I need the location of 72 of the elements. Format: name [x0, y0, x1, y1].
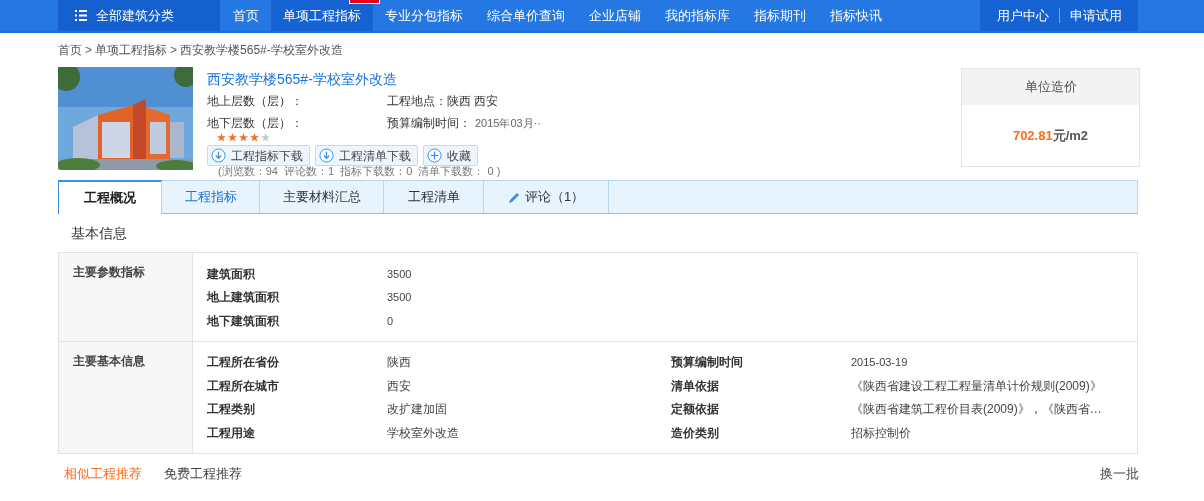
tab[interactable]: 工程指标 — [162, 181, 260, 213]
tab[interactable]: 主要材料汇总 — [260, 181, 384, 213]
field-label: 定额依据 — [671, 401, 720, 419]
breadcrumb-link[interactable]: 单项工程指标 — [95, 40, 167, 59]
user-link[interactable]: 申请试用 — [1069, 5, 1122, 26]
project-title[interactable]: 西安教学楼565#-学校室外改造 — [207, 69, 607, 89]
field-label: 工程地点： — [387, 93, 447, 110]
tab[interactable]: 工程清单 — [384, 181, 484, 213]
plus-icon — [427, 148, 442, 163]
field-value: 招标控制价 — [851, 424, 911, 442]
download-icon — [319, 148, 334, 163]
field-value: 《陕西省建设工程工程量清单计价规则(2009)》 — [851, 377, 1102, 395]
field-value: 陕西 西安 — [447, 93, 499, 110]
field-value: 学校室外改造 — [387, 424, 460, 442]
star-icon — [250, 133, 259, 142]
field-value: 3500 — [387, 290, 412, 305]
group-heading: 主要参数指标 — [73, 265, 145, 279]
tab[interactable]: 工程概况 — [58, 180, 162, 214]
action-button[interactable]: 工程清单下载 — [315, 145, 418, 166]
recommend-tab[interactable]: 相似工程推荐 — [64, 464, 142, 484]
field-value: 改扩建加固 — [387, 401, 448, 419]
nav-link[interactable]: 专业分包指标 — [373, 0, 475, 31]
menu-icon — [75, 10, 87, 21]
star-icon — [228, 133, 237, 142]
field-label: 建筑面积 — [207, 265, 256, 283]
section-title: 基本信息 — [70, 223, 128, 243]
field-label: 清单依据 — [671, 377, 720, 395]
field-label: 地上建筑面积 — [207, 289, 280, 307]
field-value: 西安 — [387, 377, 412, 395]
user-link[interactable]: 用户中心 — [996, 5, 1049, 26]
nav-link[interactable]: 首页 — [221, 0, 271, 31]
field-label: 预算编制时间 — [671, 354, 744, 372]
field-label: 工程所在省份 — [207, 354, 280, 372]
category-menu[interactable]: 全部建筑分类 — [58, 0, 220, 31]
breadcrumb-separator: > — [170, 41, 178, 59]
star-icon — [261, 133, 270, 142]
field-label: 预算编制时间： — [387, 115, 471, 132]
action-button[interactable]: 收藏 — [423, 145, 478, 166]
nav-link[interactable]: 我的指标库 — [653, 0, 742, 31]
action-button[interactable]: 工程指标下载 — [207, 145, 310, 166]
refresh-link[interactable]: 换一批 — [1100, 464, 1139, 484]
field-label: 工程用途 — [207, 424, 256, 442]
nav-link[interactable]: 单项工程指标 — [271, 0, 373, 31]
field-label: 工程所在城市 — [207, 377, 280, 395]
field-value: 3500 — [387, 266, 412, 282]
recommend-tab[interactable]: 免费工程推荐 — [164, 464, 242, 484]
stats-text: (浏览数：94 评论数：1 指标下载数：0 清单下载数： 0 ) — [218, 165, 501, 177]
nav-link[interactable]: 综合单价查询 — [475, 0, 577, 31]
nav-link[interactable]: 指标期刊 — [742, 0, 818, 31]
breadcrumb-current: 西安教学楼565#-学校室外改造 — [180, 41, 343, 59]
breadcrumb-link[interactable]: 首页 — [58, 40, 82, 59]
star-icon — [239, 133, 248, 142]
nav-link[interactable]: 企业店铺 — [577, 0, 653, 31]
nav-link[interactable]: 指标快讯 — [818, 0, 894, 31]
unit-price-title: 单位造价 — [962, 69, 1139, 105]
field-label: 地下建筑面积 — [207, 312, 280, 330]
download-icon — [211, 148, 226, 163]
field-value: 2015年03月·· — [475, 116, 542, 131]
field-label: 工程类别 — [207, 401, 256, 419]
field-label: 地上层数（层）： — [207, 93, 303, 110]
unit-price-value: 702.81元/m2 — [1011, 126, 1090, 145]
field-value: 《陕西省建筑工程价目表(2009)》，《陕西省… — [851, 401, 1102, 419]
field-label: 地下层数（层）： — [207, 115, 303, 132]
group-heading: 主要基本信息 — [73, 353, 145, 368]
field-value: 2015-03-19 — [851, 355, 908, 370]
field-label: 造价类别 — [671, 424, 720, 442]
star-icon — [217, 133, 226, 142]
tab[interactable]: 评论（1） — [484, 181, 609, 213]
category-label: 全部建筑分类 — [96, 6, 174, 25]
field-value: 0 — [387, 313, 394, 329]
breadcrumb-separator: > — [85, 41, 92, 59]
field-value: 陕西 — [387, 354, 412, 372]
